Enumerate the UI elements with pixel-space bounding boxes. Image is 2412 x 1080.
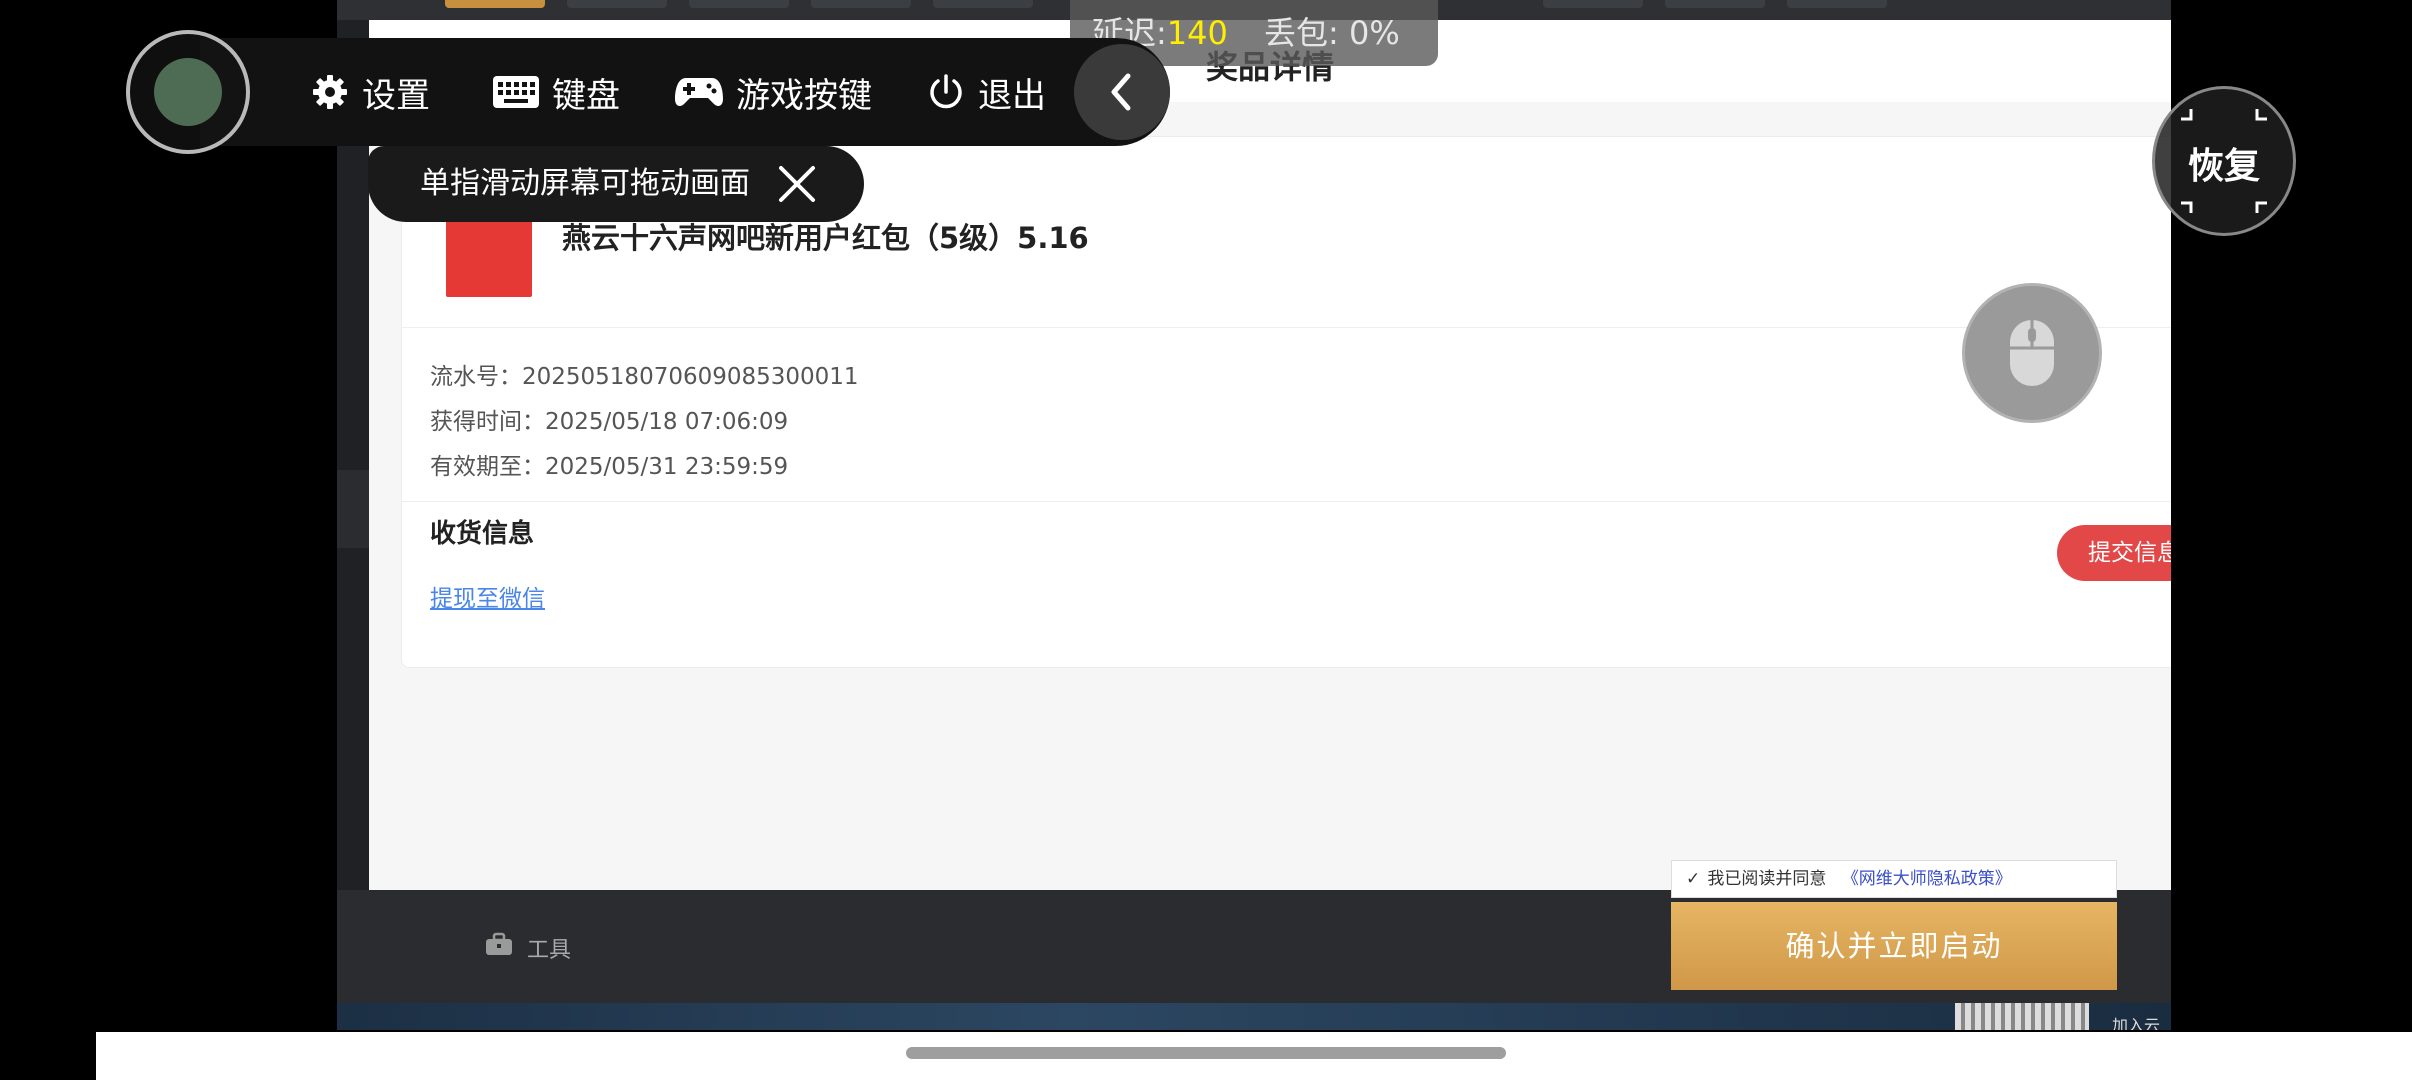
qr-code <box>1955 1003 2089 1030</box>
strip-tab[interactable] <box>689 0 789 8</box>
privacy-policy-link[interactable]: 《网维大师隐私政策》 <box>1842 869 2012 889</box>
strip-tab[interactable] <box>1787 0 1887 8</box>
strip-tab[interactable] <box>1665 0 1765 8</box>
exit-button[interactable]: 退出 <box>926 68 1046 116</box>
system-nav-bar <box>96 1032 2412 1080</box>
strip-tab[interactable] <box>1543 0 1643 8</box>
checkbox-checked-icon[interactable]: ✓ <box>1686 861 1702 897</box>
power-icon <box>930 74 962 109</box>
confirm-launch-button[interactable]: 确认并立即启动 <box>1671 902 2117 990</box>
join-text: 加入云 <box>2112 1016 2161 1030</box>
strip-tab[interactable] <box>933 0 1033 8</box>
restore-button[interactable]: 恢复 <box>2152 86 2296 236</box>
floating-toolbar: 设置 键盘 游戏按键 退出 <box>200 38 1170 146</box>
home-indicator[interactable] <box>906 1047 1506 1059</box>
game-keys-button[interactable]: 游戏按键 <box>674 68 872 116</box>
shipping-info-title: 收货信息 <box>430 519 535 549</box>
exit-label: 退出 <box>978 75 1046 116</box>
keyboard-icon <box>493 76 539 108</box>
mouse-mode-button[interactable] <box>1962 283 2102 423</box>
keyboard-button[interactable]: 键盘 <box>492 68 620 116</box>
agree-text: 我已阅读并同意 <box>1707 869 1827 889</box>
strip-tab[interactable] <box>811 0 911 8</box>
game-keys-label: 游戏按键 <box>736 75 872 116</box>
divider <box>402 327 2171 328</box>
gear-icon <box>313 75 347 109</box>
latency-value: 140 <box>1166 14 1228 52</box>
keyboard-label: 键盘 <box>552 75 620 116</box>
collapse-toolbar-button[interactable] <box>1074 44 1170 140</box>
drag-hint-text: 单指滑动屏幕可拖动画面 <box>420 166 750 201</box>
mouse-icon <box>2010 320 2054 386</box>
toolbox-label[interactable]: 工具 <box>527 932 571 964</box>
strip-tab[interactable] <box>567 0 667 8</box>
obtained-time: 获得时间：2025/05/18 07:06:09 <box>430 409 789 435</box>
expiry-time: 有效期至：2025/05/31 23:59:59 <box>430 454 789 480</box>
chevron-left-icon <box>1111 73 1131 111</box>
restore-label: 恢复 <box>2187 146 2260 187</box>
floating-ball-core <box>154 58 222 126</box>
toolbox-icon[interactable] <box>485 932 513 956</box>
desktop-wallpaper <box>337 1003 2171 1030</box>
strip-tab-active[interactable] <box>445 0 545 8</box>
serial-number: 流水号：20250518070609085300011 <box>430 364 859 390</box>
floating-ball[interactable] <box>126 30 250 154</box>
settings-button[interactable]: 设置 <box>310 68 430 116</box>
privacy-agree-row[interactable]: ✓ 我已阅读并同意 《网维大师隐私政策》 <box>1671 860 2117 898</box>
drag-hint-tooltip: 单指滑动屏幕可拖动画面 <box>368 146 864 222</box>
left-side-panel <box>337 470 370 548</box>
divider <box>402 501 2171 502</box>
packet-loss: 丢包: 0% <box>1264 14 1400 52</box>
close-icon[interactable] <box>773 160 821 208</box>
settings-label: 设置 <box>362 75 430 116</box>
submit-info-button[interactable]: 提交信息 <box>2057 525 2171 581</box>
withdraw-to-wechat-link[interactable]: 提现至微信 <box>430 579 545 613</box>
gamepad-icon <box>675 78 723 107</box>
